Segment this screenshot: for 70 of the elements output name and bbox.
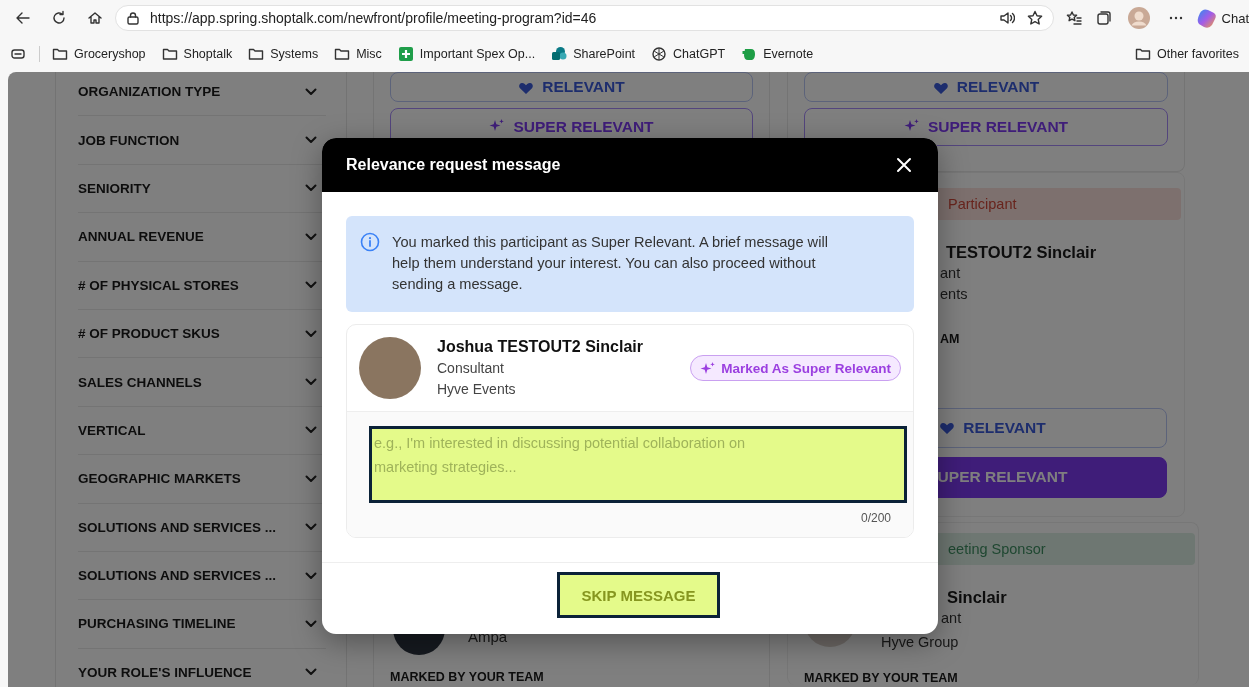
marked-by-label: MARKED BY YOUR TEAM (390, 670, 544, 684)
team-label: AM (940, 332, 960, 346)
collections-icon (1095, 10, 1112, 26)
bookmark[interactable]: Groceryshop (52, 46, 146, 62)
relevant-button[interactable]: RELEVANT (390, 72, 753, 102)
folder-icon (52, 46, 68, 62)
participant-name: Joshua TESTOUT2 Sinclair (437, 337, 643, 357)
bookmark[interactable]: Other favorites (1135, 46, 1239, 62)
address-bar[interactable]: https://app.spring.shoptalk.com/newfront/profile/meeting-program?id=46 (115, 5, 1054, 31)
info-text: You marked this participant as Super Relevant. A brief message will help them understand your interest. You can also proceed without sending a message. (392, 233, 829, 294)
circles-logo-icon (551, 46, 568, 62)
favorites-icon (1065, 10, 1082, 26)
marked-by-label: MARKED BY YOUR TEAM (804, 671, 958, 685)
chat-button[interactable]: Chat (1195, 7, 1249, 29)
super-relevant-button[interactable]: SUPER RELEVANT (804, 108, 1168, 146)
participant-company: Hyve Events (437, 380, 517, 399)
participant-company: ents (940, 285, 968, 304)
chevron-down-icon (305, 232, 317, 241)
site-info-icon (126, 11, 140, 25)
skip-message-button[interactable]: SKIP MESSAGE (556, 572, 721, 618)
chevron-down-icon (305, 668, 317, 677)
participant-name: TESTOUT2 Sinclair (946, 242, 1097, 263)
chevron-down-icon (305, 136, 317, 145)
swirl-logo-icon (1195, 7, 1218, 29)
participant-role: ant (940, 264, 961, 283)
relevant-button[interactable]: RELEVANT (804, 72, 1168, 102)
chevron-down-icon (305, 281, 317, 290)
participant-role: Consultant (437, 359, 505, 378)
modal-title: Relevance request message (346, 156, 561, 174)
chevron-down-icon (305, 523, 317, 532)
home-icon (87, 10, 103, 26)
bookmark[interactable]: SharePoint (551, 46, 636, 62)
company-name: Ampa (468, 627, 508, 647)
folder-icon (334, 46, 351, 62)
character-counter: 0/200 (859, 511, 892, 525)
folder-icon (248, 46, 265, 62)
relevance-badge: Marked As Super Relevant (690, 355, 901, 381)
bookmark[interactable]: ChatGPT (651, 46, 726, 62)
speaker-icon (998, 10, 1015, 26)
tab-actions-icon (11, 47, 25, 61)
participant-company: Hyve Group (881, 633, 959, 652)
chevron-down-icon (305, 571, 317, 580)
back-icon (15, 10, 31, 26)
participant-role: ant (941, 609, 962, 628)
plus-icon (397, 46, 414, 62)
folder-icon (161, 46, 178, 62)
close-icon (896, 157, 912, 173)
message-field[interactable]: e.g., I'm interested in discussing potential collaboration on marketing strategies... (369, 426, 907, 503)
bookmark[interactable]: Misc (334, 46, 382, 62)
chevron-down-icon (305, 329, 317, 338)
bookmark[interactable]: Evernote (741, 46, 814, 62)
filter-dropdown[interactable]: ORGANIZATION TYPE (78, 72, 326, 117)
star-icon (1026, 10, 1043, 26)
info-icon (360, 232, 380, 252)
chevron-down-icon (305, 87, 317, 96)
chevron-down-icon (305, 620, 317, 628)
close-button[interactable] (896, 157, 912, 173)
folder-icon (1135, 46, 1151, 62)
filter-dropdown[interactable]: YOUR ROLE'S INFLUENCE (78, 648, 326, 687)
chevron-down-icon (305, 378, 317, 387)
reload-icon (51, 10, 67, 26)
chevron-down-icon (305, 184, 317, 193)
chevron-down-icon (305, 426, 317, 435)
profile-avatar (1127, 7, 1150, 29)
chevron-down-icon (305, 474, 317, 483)
bookmark[interactable]: Shoptalk (161, 46, 233, 62)
participant-name: Sinclair (947, 587, 1007, 608)
url-text: https://app.spring.shoptalk.com/newfront/profile/meeting-program?id=46 (150, 10, 597, 26)
bookmark[interactable]: Important Spex Op... (397, 46, 536, 62)
bookmark[interactable]: Systems (248, 46, 319, 62)
